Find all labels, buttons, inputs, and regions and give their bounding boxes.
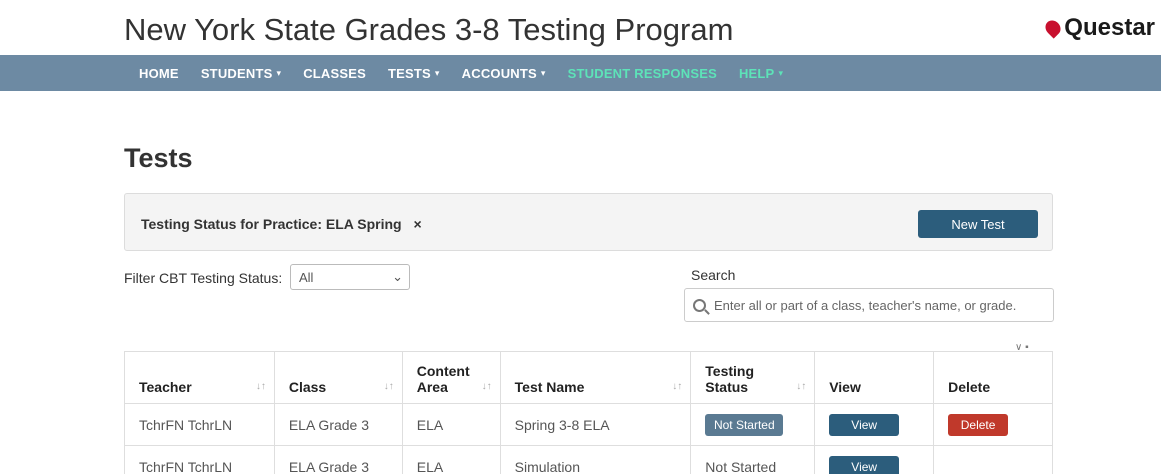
cell-content-area: ELA bbox=[401, 445, 501, 474]
header-testing-status[interactable]: Testing Status ↓↑ bbox=[690, 351, 816, 404]
nav-student-responses[interactable]: STUDENT RESPONSES bbox=[568, 66, 717, 81]
cbt-status-filter-label: Filter CBT Testing Status: bbox=[124, 270, 283, 286]
header-content-area-label: Content Area bbox=[416, 363, 470, 395]
cell-content-area: ELA bbox=[401, 403, 501, 446]
brand-mark-icon bbox=[1042, 17, 1064, 39]
status-badge: Not Started bbox=[705, 413, 784, 436]
page-title: Tests bbox=[124, 143, 193, 173]
header-class-label: Class bbox=[288, 379, 327, 395]
search-box bbox=[684, 288, 1054, 322]
main-navbar: HOME STUDENTS ▾ CLASSES TESTS ▾ ACCOUNTS ▾ … bbox=[0, 55, 1161, 91]
sort-icon: ↓↑ bbox=[796, 381, 807, 392]
nav-classes[interactable]: CLASSES bbox=[303, 66, 366, 81]
chevron-down-icon: ▾ bbox=[434, 67, 440, 78]
cell-view: View bbox=[814, 445, 935, 474]
nav-student-responses-label: STUDENT RESPONSES bbox=[567, 65, 717, 81]
new-test-button[interactable]: New Test bbox=[918, 210, 1038, 238]
search-icon bbox=[693, 298, 706, 312]
header-delete-label: Delete bbox=[948, 379, 991, 395]
delete-button[interactable]: Delete bbox=[948, 413, 1009, 436]
search-label: Search bbox=[691, 267, 736, 283]
nav-classes-label: CLASSES bbox=[303, 65, 367, 81]
nav-tests-label: TESTS bbox=[388, 65, 431, 81]
tests-table: Teacher ↓↑ Class ↓↑ Content Area ↓↑ Test Na… bbox=[124, 351, 1053, 474]
chevron-down-icon: ▾ bbox=[778, 67, 784, 78]
search-input[interactable] bbox=[714, 297, 1044, 313]
header-class[interactable]: Class ↓↑ bbox=[273, 351, 403, 404]
sort-icon: ↓↑ bbox=[383, 381, 394, 392]
cell-testing-status: Not Started bbox=[690, 445, 816, 474]
chevron-down-icon: ▾ bbox=[540, 67, 546, 78]
nav-students-label: STUDENTS bbox=[200, 65, 273, 81]
nav-tests[interactable]: TESTS ▾ bbox=[388, 66, 440, 81]
testing-status-text: Testing Status for Practice: ELA Spring bbox=[141, 216, 406, 232]
cell-delete bbox=[933, 445, 1053, 474]
cell-teacher: TchrFN TchrLN bbox=[124, 403, 275, 446]
header-view: View bbox=[814, 351, 935, 404]
sort-icon: ↓↑ bbox=[255, 381, 266, 392]
nav-home[interactable]: HOME bbox=[139, 66, 179, 81]
table-row: TchrFN TchrLN ELA Grade 3 ELA Simulation… bbox=[124, 445, 1053, 474]
app-header: New York State Grades 3-8 Testing Progra… bbox=[0, 0, 1161, 55]
nav-students[interactable]: STUDENTS ▾ bbox=[201, 66, 281, 81]
nav-home-label: HOME bbox=[139, 65, 179, 81]
header-testing-status-label: Testing Status bbox=[705, 363, 755, 395]
nav-accounts[interactable]: ACCOUNTS ▾ bbox=[462, 66, 546, 81]
sort-icon: ↓↑ bbox=[672, 381, 683, 392]
header-delete: Delete bbox=[933, 351, 1053, 404]
cell-teacher: TchrFN TchrLN bbox=[124, 445, 275, 474]
cell-delete: Delete bbox=[933, 403, 1053, 446]
cell-testing-status: Not Started bbox=[690, 403, 816, 446]
cell-class: ELA Grade 3 bbox=[273, 445, 403, 474]
nav-accounts-label: ACCOUNTS bbox=[461, 65, 537, 81]
cell-view: View bbox=[814, 403, 935, 446]
brand-name: Questar bbox=[1064, 14, 1155, 41]
chevron-down-icon: ⌄ bbox=[392, 269, 403, 284]
cell-test-name: Spring 3-8 ELA bbox=[499, 403, 692, 446]
header-view-label: View bbox=[829, 379, 861, 395]
header-test-name[interactable]: Test Name ↓↑ bbox=[499, 351, 692, 404]
nav-help[interactable]: HELP ▾ bbox=[739, 66, 783, 81]
header-test-name-label: Test Name bbox=[514, 379, 585, 395]
testing-status-panel: Testing Status for Practice: ELA Spring … bbox=[124, 193, 1053, 251]
table-header-row: Teacher ↓↑ Class ↓↑ Content Area ↓↑ Test Na… bbox=[124, 351, 1053, 404]
nav-help-label: HELP bbox=[738, 65, 775, 81]
view-button[interactable]: View bbox=[829, 413, 900, 436]
cell-class: ELA Grade 3 bbox=[273, 403, 403, 446]
clear-filter-icon[interactable]: × bbox=[413, 216, 421, 232]
header-content-area[interactable]: Content Area ↓↑ bbox=[401, 351, 501, 404]
cbt-status-select[interactable]: All ⌄ bbox=[290, 264, 410, 290]
app-title: New York State Grades 3-8 Testing Progra… bbox=[124, 12, 734, 47]
cbt-status-selected: All bbox=[299, 269, 314, 285]
sort-icon: ↓↑ bbox=[481, 381, 492, 392]
brand-logo[interactable]: Questar bbox=[1042, 14, 1155, 42]
table-row: TchrFN TchrLN ELA Grade 3 ELA Spring 3-8… bbox=[124, 403, 1053, 446]
testing-status-label: Testing Status for Practice: ELA Spring … bbox=[141, 216, 422, 232]
header-teacher[interactable]: Teacher ↓↑ bbox=[124, 351, 275, 404]
chevron-down-icon: ▾ bbox=[276, 67, 282, 78]
view-button[interactable]: View bbox=[829, 455, 900, 474]
header-teacher-label: Teacher bbox=[139, 379, 192, 395]
cell-test-name: Simulation bbox=[499, 445, 692, 474]
